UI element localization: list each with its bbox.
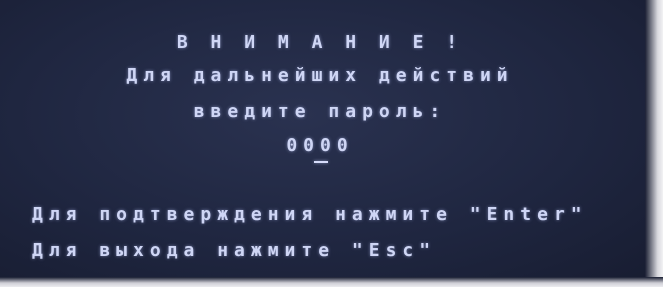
monitor-bezel-bottom <box>0 277 663 287</box>
password-input[interactable]: 0000 <box>0 135 640 156</box>
terminal-screen: В Н И М А Н И Е ! Для дальнейших действи… <box>0 0 663 287</box>
instruction-line-2: введите пароль: <box>193 101 447 122</box>
instruction-line-1: Для дальнейших действий <box>126 65 514 86</box>
text-cursor <box>314 161 328 163</box>
warning-title: В Н И М А Н И Е ! <box>176 32 464 53</box>
monitor-bezel <box>645 0 663 287</box>
exit-hint: Для выхода нажмите "Esc" <box>32 240 437 261</box>
confirm-hint: Для подтверждения нажмите "Enter" <box>32 204 588 225</box>
